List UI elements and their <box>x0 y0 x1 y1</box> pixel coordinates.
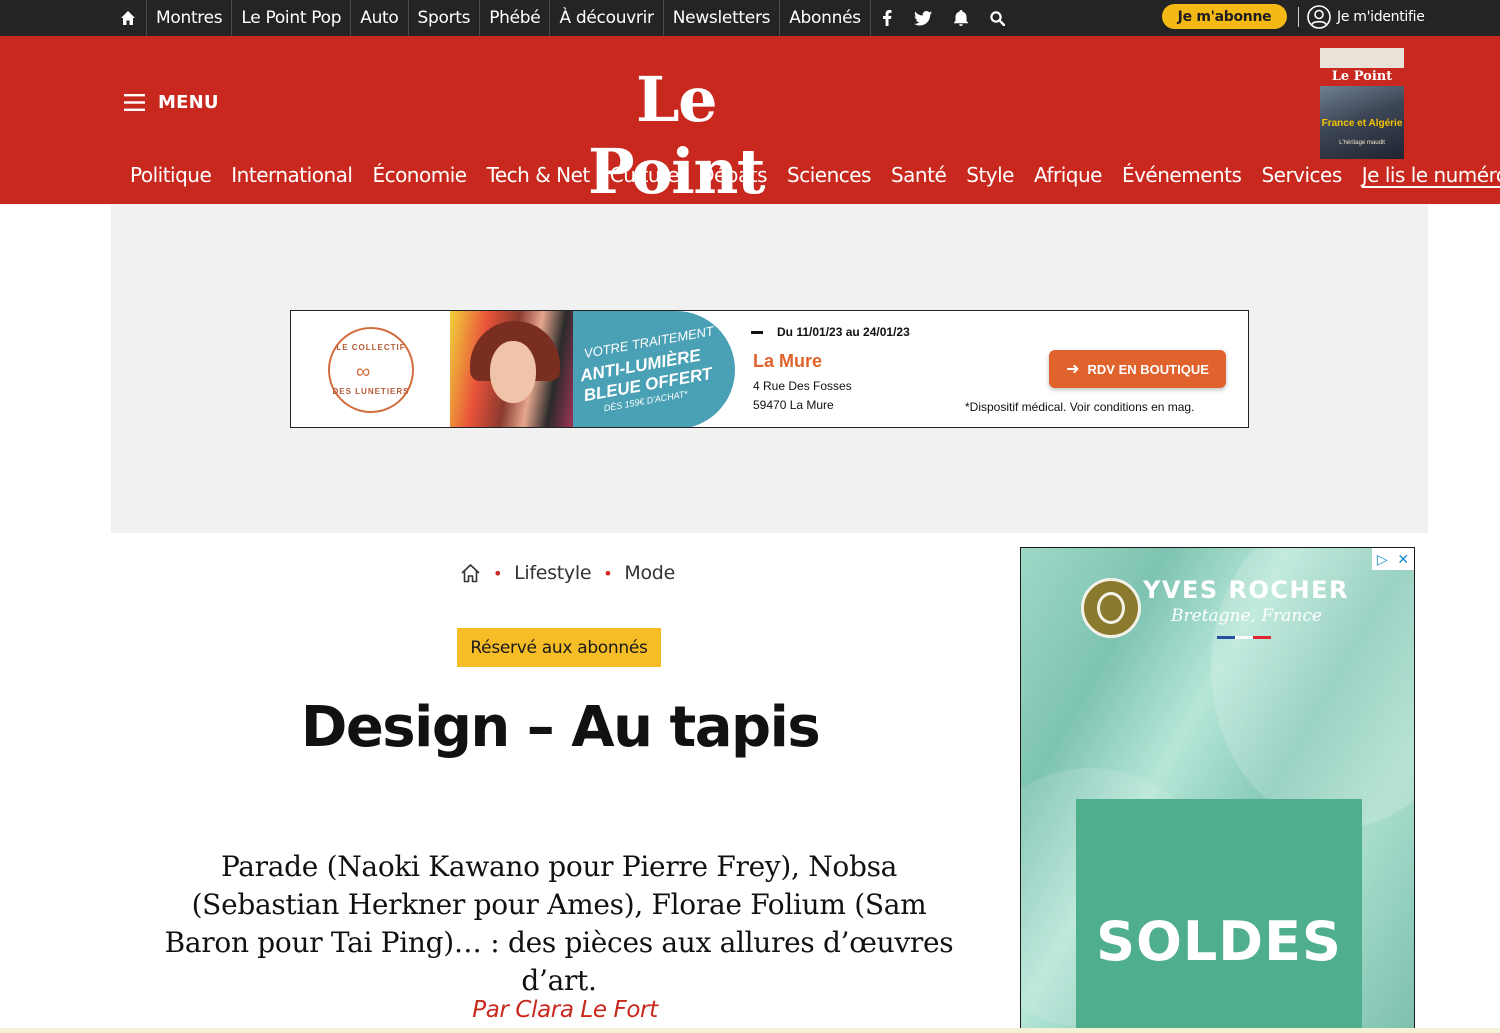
ad-city: La Mure <box>753 351 823 371</box>
top-link-le-point-pop[interactable]: Le Point Pop <box>231 0 350 36</box>
ad-address-line2: 59470 La Mure <box>753 398 834 412</box>
top-link-a-decouvrir[interactable]: À découvrir <box>549 0 662 36</box>
top-link-newsletters[interactable]: Newsletters <box>662 0 779 36</box>
cover-title: France et Algérie <box>1321 118 1403 129</box>
nav-sciences[interactable]: Sciences <box>787 160 871 190</box>
top-utility-bar: Montres Le Point Pop Auto Sports Phébé À… <box>0 0 1500 36</box>
article-author[interactable]: Par Clara Le Fort <box>360 997 770 1023</box>
bottom-strip <box>0 1028 1500 1033</box>
cover-subtitle: L'héritage maudit <box>1339 140 1385 146</box>
site-header: MENU Le Point Le Point France et Algérie… <box>0 36 1500 208</box>
rdv-label: RDV EN BOUTIQUE <box>1087 361 1209 377</box>
top-link-phebe[interactable]: Phébé <box>479 0 549 36</box>
arrow-right-icon: ➜ <box>1066 361 1080 378</box>
menu-label: MENU <box>158 92 219 113</box>
ad-model-photo <box>450 311 585 427</box>
twitter-icon[interactable] <box>903 10 943 26</box>
search-icon[interactable] <box>979 10 1016 26</box>
ad-disclaimer: *Dispositif médical. Voir conditions en … <box>965 400 1195 414</box>
french-flag-icon <box>1217 636 1271 639</box>
side-ad[interactable]: ▷ ✕ YVES ROCHER Bretagne, France SOLDES <box>1020 547 1415 1033</box>
ad-promo-circle: VOTRE TRAITEMENT ANTI-LUMIÈRE BLEUE OFFE… <box>573 311 735 427</box>
home-link[interactable] <box>112 0 146 36</box>
collectif-text-bottom: DES LUNETIERS <box>332 387 410 396</box>
top-link-auto[interactable]: Auto <box>350 0 407 36</box>
breadcrumb-mode[interactable]: Mode <box>624 562 675 584</box>
top-link-abonnes[interactable]: Abonnés <box>779 0 870 36</box>
rdv-button[interactable]: ➜ RDV EN BOUTIQUE <box>1049 350 1226 388</box>
ad-brand: YVES ROCHER <box>1143 576 1349 604</box>
yves-rocher-logo <box>1081 578 1141 638</box>
login-button[interactable]: Je m'identifie <box>1307 3 1425 31</box>
subscriber-badge: Réservé aux abonnés <box>457 628 661 667</box>
ad-dates: Du 11/01/23 au 24/01/23 <box>751 325 910 339</box>
nav-evenements[interactable]: Événements <box>1122 160 1242 190</box>
nav-international[interactable]: International <box>231 160 353 190</box>
nav-style[interactable]: Style <box>966 160 1014 190</box>
ad-dates-text: Du 11/01/23 au 24/01/23 <box>777 325 910 339</box>
leaf-icon <box>1097 592 1125 624</box>
nav-issue-link[interactable]: Je lis le numéro <box>1362 160 1500 190</box>
ad-model-face <box>490 341 536 403</box>
home-outline-icon[interactable] <box>460 563 481 583</box>
breadcrumb-separator: • <box>493 563 503 583</box>
ad-banner[interactable]: LE COLLECTIF ∞ DES LUNETIERS VOTRE TRAIT… <box>290 310 1249 428</box>
nav-afrique[interactable]: Afrique <box>1034 160 1102 190</box>
main-nav: Politique International Économie Tech & … <box>130 160 1500 190</box>
cover-masthead: Le Point <box>1320 68 1404 86</box>
top-nav: Montres Le Point Pop Auto Sports Phébé À… <box>112 0 1016 36</box>
top-link-sports[interactable]: Sports <box>407 0 480 36</box>
article-title: Design – Au tapis <box>300 695 821 760</box>
menu-button[interactable]: MENU <box>124 92 219 113</box>
ad-tagline: Bretagne, France <box>1171 606 1322 626</box>
user-icon <box>1307 5 1331 29</box>
breadcrumb-separator: • <box>603 563 613 583</box>
bell-icon[interactable] <box>943 10 979 26</box>
nav-tech-net[interactable]: Tech & Net <box>487 160 591 190</box>
top-divider <box>1298 7 1299 27</box>
nav-services[interactable]: Services <box>1261 160 1342 190</box>
nav-debats[interactable]: Débats <box>699 160 767 190</box>
collectif-text-top: LE COLLECTIF <box>336 343 406 352</box>
facebook-icon[interactable] <box>871 10 903 26</box>
article-lead: Parade (Naoki Kawano pour Pierre Frey), … <box>164 850 954 997</box>
ad-address-line1: 4 Rue Des Fosses <box>753 379 852 393</box>
subscribe-button[interactable]: Je m'abonne <box>1162 4 1287 29</box>
dash-icon <box>751 331 763 335</box>
breadcrumb: • Lifestyle • Mode <box>460 560 675 586</box>
adchoices-icon[interactable]: ▷ ✕ <box>1372 548 1414 570</box>
nav-politique[interactable]: Politique <box>130 160 212 190</box>
home-icon <box>121 11 135 25</box>
top-link-montres[interactable]: Montres <box>146 0 231 36</box>
login-label: Je m'identifie <box>1337 9 1425 25</box>
breadcrumb-lifestyle[interactable]: Lifestyle <box>514 562 591 584</box>
magazine-cover[interactable]: Le Point France et Algérie L'héritage ma… <box>1320 48 1404 159</box>
nav-sante[interactable]: Santé <box>891 160 947 190</box>
nav-culture[interactable]: Culture <box>610 160 680 190</box>
hamburger-icon <box>124 94 145 111</box>
nav-economie[interactable]: Économie <box>372 160 467 190</box>
collectif-logo: LE COLLECTIF ∞ DES LUNETIERS <box>328 327 414 413</box>
social-icons <box>869 0 1016 36</box>
ad-headline: SOLDES <box>1096 910 1342 973</box>
cover-top-strip <box>1320 48 1404 70</box>
infinity-icon: ∞ <box>356 361 371 383</box>
